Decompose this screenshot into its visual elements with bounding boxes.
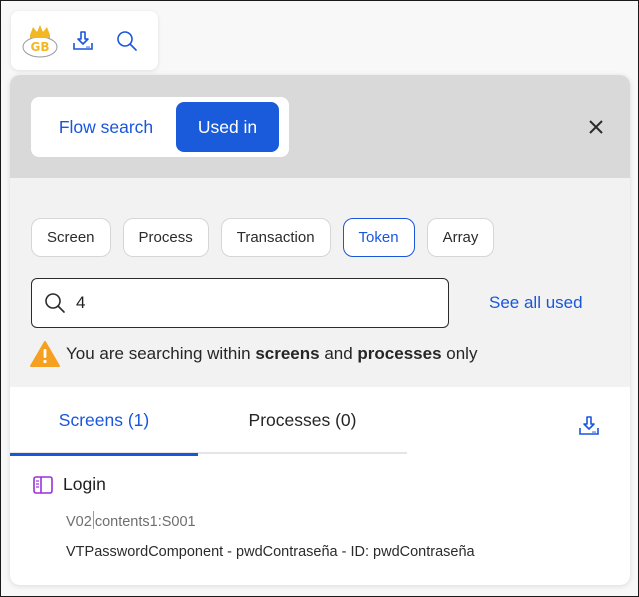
result-detail: VTPasswordComponent - pwdContraseña - ID…	[66, 544, 475, 560]
warning-icon	[30, 341, 60, 367]
search-button[interactable]	[105, 19, 149, 63]
chip-token[interactable]: Token	[342, 218, 415, 257]
tab-used-in[interactable]: Used in	[176, 102, 279, 152]
tab-flow-search[interactable]: Flow search	[36, 102, 176, 152]
result-item: Login V02 contents1:S001 VTPasswordCompon…	[10, 454, 630, 560]
filter-section: Screen Process Transaction Token Array S…	[10, 178, 630, 387]
export-icon	[579, 416, 599, 435]
app-logo[interactable]: GB	[19, 20, 61, 62]
top-toolbar: GB	[11, 11, 158, 70]
close-button[interactable]	[584, 115, 608, 139]
used-in-panel: Flow search Used in Screen Process Trans…	[10, 75, 630, 585]
search-field[interactable]	[31, 278, 449, 328]
download-icon	[73, 30, 93, 50]
result-title: Login	[63, 474, 106, 494]
scope-warning: You are searching within screens and pro…	[30, 341, 477, 367]
search-icon	[45, 293, 65, 313]
chip-array[interactable]: Array	[426, 218, 495, 257]
chip-transaction[interactable]: Transaction	[220, 218, 331, 257]
search-icon	[117, 30, 137, 51]
results-tabs-row: Screens (1) Processes (0)	[10, 387, 630, 456]
svg-text:GB: GB	[31, 40, 50, 54]
type-filter-chips: Screen Process Transaction Token Array	[31, 218, 495, 257]
screen-icon	[33, 475, 53, 494]
close-icon	[589, 120, 603, 134]
download-button[interactable]	[61, 19, 105, 63]
warning-text: You are searching within screens and pro…	[66, 344, 478, 363]
search-input[interactable]	[76, 293, 416, 313]
export-button[interactable]	[576, 413, 602, 439]
see-all-used-link[interactable]: See all used	[489, 293, 583, 313]
tab-processes[interactable]: Processes (0)	[198, 387, 407, 454]
path-separator	[92, 511, 94, 529]
mode-switch: Flow search Used in	[31, 97, 289, 157]
tab-screens[interactable]: Screens (1)	[10, 387, 198, 456]
results-tabs: Screens (1) Processes (0)	[10, 387, 407, 456]
panel-header: Flow search Used in	[10, 75, 630, 178]
result-path: V02 contents1:S001	[66, 511, 630, 530]
chip-screen[interactable]: Screen	[31, 218, 111, 257]
result-title-row[interactable]: Login	[33, 474, 630, 495]
crown-logo-icon: GB	[22, 24, 58, 57]
chip-process[interactable]: Process	[122, 218, 209, 257]
